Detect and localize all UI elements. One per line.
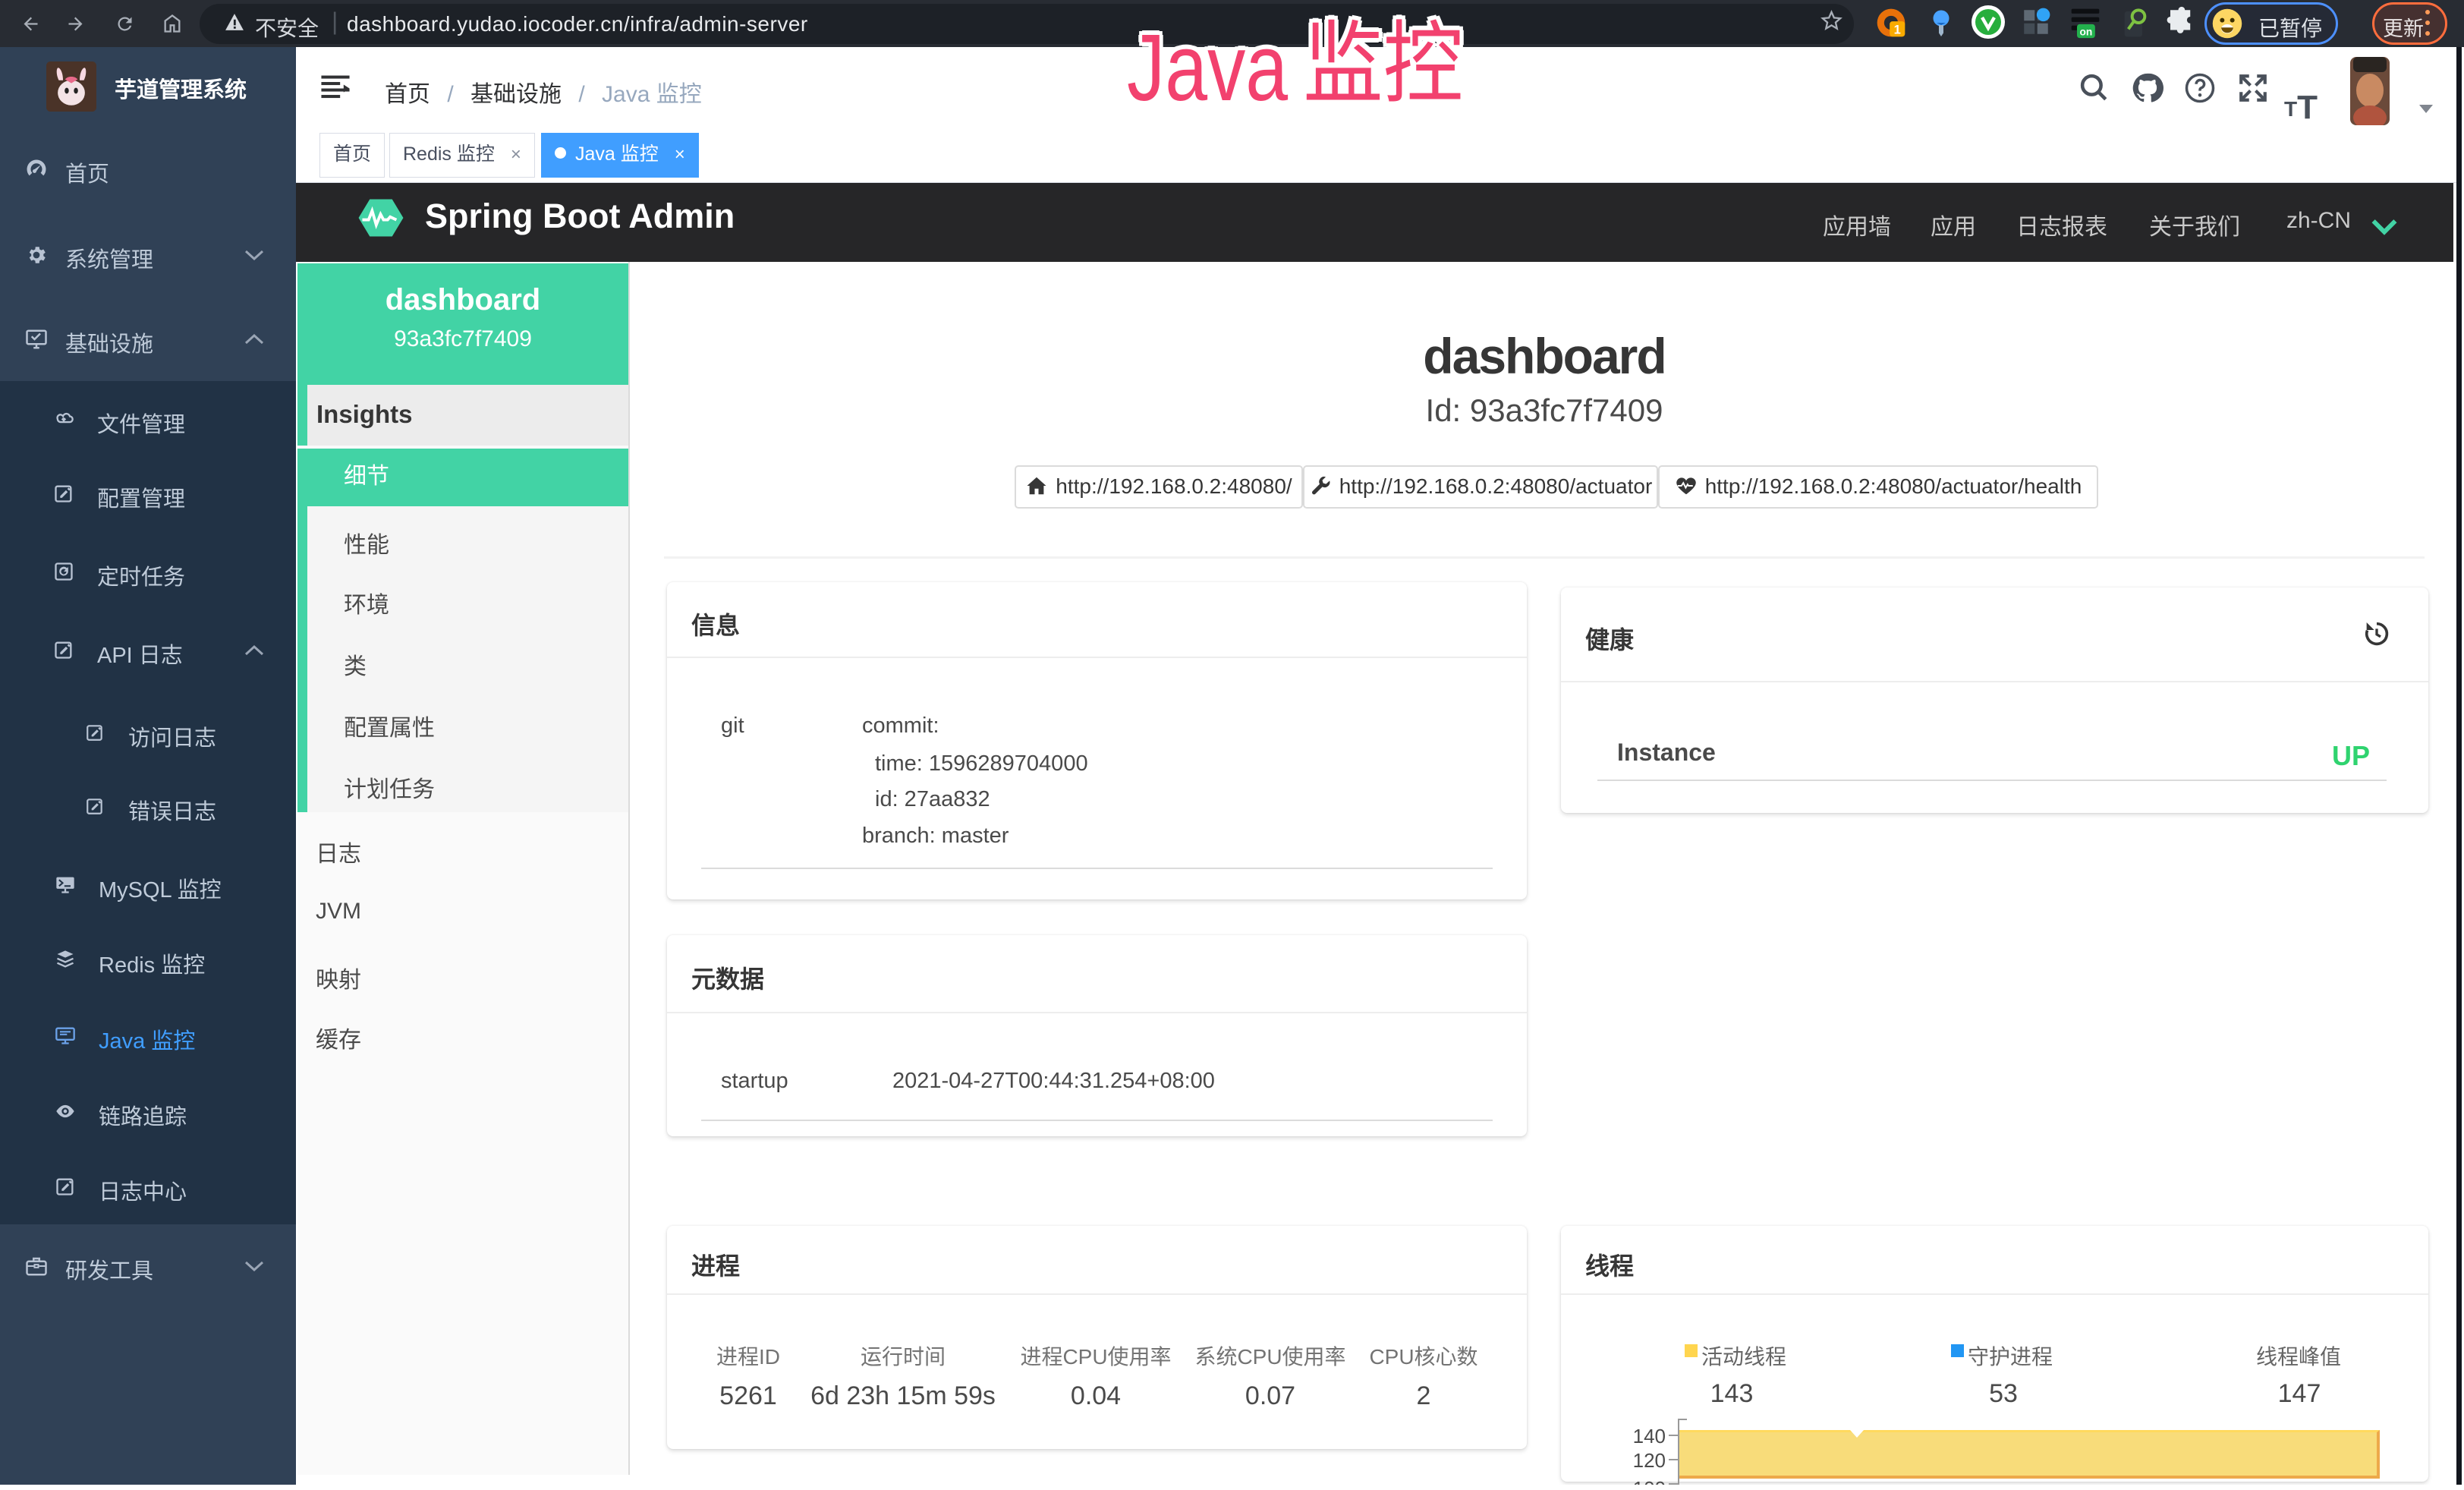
svg-text:1: 1 xyxy=(1894,24,1901,37)
svg-text:on: on xyxy=(2080,27,2093,38)
